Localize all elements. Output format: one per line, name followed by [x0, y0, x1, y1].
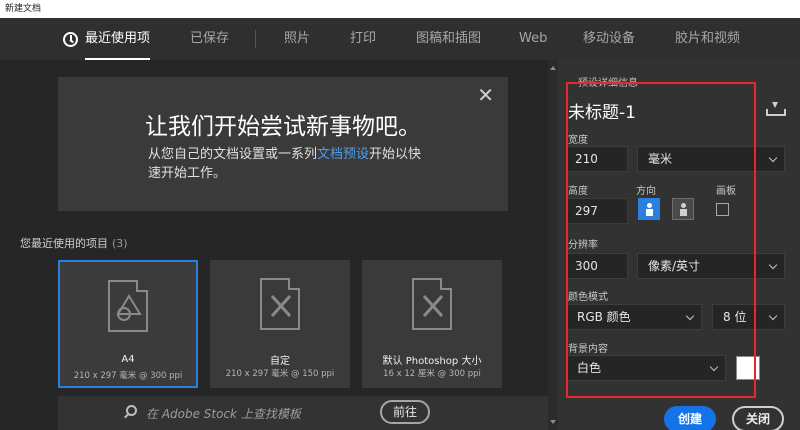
chevron-down-icon	[709, 362, 719, 372]
scrollbar[interactable]	[548, 60, 558, 430]
chevron-down-icon	[768, 311, 778, 321]
adobe-stock-search-bar: 在 Adobe Stock 上查找模板 前往	[58, 396, 548, 430]
save-preset-icon[interactable]	[766, 102, 786, 116]
chevron-down-icon	[768, 260, 778, 270]
search-icon	[126, 405, 137, 416]
background-color-swatch[interactable]	[736, 356, 760, 380]
clock-icon	[63, 32, 78, 47]
height-input[interactable]: 297	[566, 198, 628, 224]
tab-mobile[interactable]: 移动设备	[583, 18, 635, 60]
tab-web[interactable]: Web	[519, 18, 547, 60]
pencil-ruler-glyph	[422, 294, 444, 318]
tab-recent[interactable]: 最近使用项	[63, 18, 151, 60]
recent-item-a4[interactable]: A4 210 x 297 毫米 @ 300 ppi	[58, 260, 198, 388]
resolution-label: 分辨率	[568, 240, 598, 251]
document-pencil-icon	[260, 278, 300, 330]
color-mode-label: 颜色模式	[568, 292, 608, 303]
recent-area: ✕ 让我们开始尝试新事物吧。 从您自己的文档设置或一系列文档预设开始以快速开始工…	[0, 60, 548, 430]
close-button[interactable]: 关闭	[732, 406, 784, 430]
width-input[interactable]: 210	[566, 146, 628, 172]
width-unit-select[interactable]: 毫米	[637, 146, 785, 172]
tab-art-illustration[interactable]: 图稿和插图	[416, 18, 481, 60]
document-presets-link[interactable]: 文档预设	[317, 147, 369, 162]
window-title: 新建文档	[0, 0, 800, 18]
portrait-icon	[646, 203, 653, 216]
resolution-input[interactable]: 300	[566, 253, 628, 279]
document-name-field[interactable]: 未标题-1	[568, 98, 636, 123]
bit-depth-select[interactable]: 8 位	[712, 304, 785, 330]
orientation-label: 方向	[636, 186, 656, 197]
tab-print[interactable]: 打印	[350, 18, 376, 60]
recent-item-custom[interactable]: 自定 210 x 297 毫米 @ 150 ppi	[210, 260, 350, 388]
resolution-unit-select[interactable]: 像素/英寸	[637, 253, 785, 279]
landscape-orientation-button[interactable]	[672, 198, 694, 220]
go-button[interactable]: 前往	[380, 400, 430, 424]
height-label: 高度	[568, 186, 588, 197]
document-pencil-icon	[412, 278, 452, 330]
create-button[interactable]: 创建	[664, 406, 716, 430]
chevron-down-icon	[768, 153, 778, 163]
scroll-up-icon[interactable]	[550, 66, 556, 70]
close-icon[interactable]: ✕	[477, 83, 494, 107]
landscape-icon	[680, 203, 687, 216]
chevron-down-icon	[685, 311, 695, 321]
stock-search-input[interactable]: 在 Adobe Stock 上查找模板	[146, 405, 301, 422]
banner-title: 让我们开始尝试新事物吧。	[145, 114, 421, 140]
pencil-ruler-glyph	[270, 294, 292, 318]
portrait-orientation-button[interactable]	[638, 198, 660, 220]
background-contents-select[interactable]: 白色	[566, 355, 726, 381]
background-contents-label: 背景内容	[568, 344, 608, 355]
recent-item-default-photoshop[interactable]: 默认 Photoshop 大小 16 x 12 厘米 @ 300 ppi	[362, 260, 502, 388]
welcome-banner: ✕ 让我们开始尝试新事物吧。 从您自己的文档设置或一系列文档预设开始以快速开始工…	[58, 77, 508, 211]
document-shapes-icon	[108, 280, 148, 332]
tab-film-video[interactable]: 胶片和视频	[675, 18, 740, 60]
shapes-glyph	[116, 294, 142, 321]
tab-divider	[255, 30, 256, 48]
new-document-dialog: 新建文档 最近使用项 已保存 照片 打印 图稿和插图 Web 移动设备 胶片和视…	[0, 0, 800, 430]
preset-details-header: 预设详细信息	[578, 78, 638, 89]
artboard-label: 画板	[716, 186, 736, 197]
tab-saved[interactable]: 已保存	[190, 18, 229, 60]
recent-items-label: 您最近使用的项目 (3)	[20, 237, 128, 250]
banner-text: 从您自己的文档设置或一系列文档预设开始以快速开始工作。	[148, 147, 422, 181]
tab-photo[interactable]: 照片	[284, 18, 310, 60]
width-label: 宽度	[568, 135, 588, 146]
color-mode-select[interactable]: RGB 颜色	[566, 304, 702, 330]
scroll-down-icon[interactable]	[550, 420, 556, 424]
category-tab-bar: 最近使用项 已保存 照片 打印 图稿和插图 Web 移动设备 胶片和视频	[0, 18, 800, 60]
artboard-checkbox[interactable]	[716, 203, 729, 216]
